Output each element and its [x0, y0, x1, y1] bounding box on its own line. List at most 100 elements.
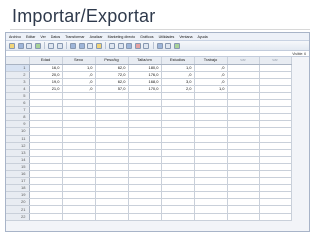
- column-header[interactable]: Trabajo: [194, 57, 228, 65]
- data-cell[interactable]: [227, 205, 260, 214]
- data-cell[interactable]: [259, 106, 292, 115]
- data-cell[interactable]: [194, 205, 228, 214]
- column-header[interactable]: Peso/kg: [95, 57, 129, 65]
- data-cell[interactable]: [227, 191, 260, 200]
- data-cell[interactable]: [227, 149, 260, 157]
- data-cell[interactable]: [95, 156, 129, 164]
- data-cell[interactable]: [29, 106, 63, 115]
- data-cell[interactable]: [259, 170, 292, 179]
- data-cell[interactable]: [128, 205, 162, 214]
- data-cell[interactable]: [62, 127, 96, 136]
- row-number[interactable]: 14: [6, 156, 30, 164]
- data-cell[interactable]: [227, 78, 260, 86]
- data-cell[interactable]: [227, 64, 260, 72]
- data-cell[interactable]: [128, 170, 162, 179]
- menu-graficos[interactable]: Gráficos: [140, 35, 153, 39]
- data-cell[interactable]: [194, 213, 228, 221]
- data-cell[interactable]: [194, 92, 228, 101]
- data-cell[interactable]: [62, 135, 96, 143]
- data-cell[interactable]: [194, 163, 228, 172]
- weight-cases-icon[interactable]: [134, 42, 141, 49]
- data-cell[interactable]: [128, 163, 162, 172]
- data-cell[interactable]: [29, 213, 63, 221]
- data-cell[interactable]: [29, 170, 63, 179]
- data-cell[interactable]: [95, 170, 129, 179]
- data-cell[interactable]: [95, 113, 129, 122]
- data-cell[interactable]: ,0: [194, 78, 228, 86]
- data-cell[interactable]: [161, 163, 195, 172]
- data-cell[interactable]: [194, 184, 228, 193]
- column-header[interactable]: Sexo: [62, 57, 96, 65]
- row-number[interactable]: 2: [6, 71, 30, 79]
- data-cell[interactable]: [194, 106, 228, 115]
- data-cell[interactable]: [95, 120, 129, 129]
- menu-datos[interactable]: Datos: [51, 35, 60, 39]
- data-cell[interactable]: [227, 142, 260, 150]
- data-cell[interactable]: [62, 120, 96, 129]
- data-cell[interactable]: [29, 135, 63, 143]
- data-cell[interactable]: [128, 106, 162, 115]
- data-cell[interactable]: [227, 120, 260, 129]
- data-cell[interactable]: ,0: [62, 78, 96, 86]
- data-cell[interactable]: [227, 135, 260, 143]
- row-number[interactable]: 4: [6, 85, 30, 93]
- data-cell[interactable]: [259, 177, 292, 186]
- data-cell[interactable]: [95, 177, 129, 186]
- data-cell[interactable]: [128, 135, 162, 143]
- column-header[interactable]: Estudios: [161, 57, 195, 65]
- data-cell[interactable]: [259, 127, 292, 136]
- row-number[interactable]: 8: [6, 113, 30, 122]
- row-number[interactable]: 18: [6, 184, 30, 193]
- data-cell[interactable]: [62, 142, 96, 150]
- data-cell[interactable]: 19,0: [29, 78, 63, 86]
- goto-case-icon[interactable]: [70, 42, 76, 49]
- data-cell[interactable]: [62, 163, 96, 172]
- data-cell[interactable]: ,0: [62, 71, 96, 79]
- insert-cases-icon[interactable]: [109, 42, 115, 49]
- menu-editar[interactable]: Editar: [26, 35, 35, 39]
- data-cell[interactable]: [29, 184, 63, 193]
- data-cell[interactable]: [194, 135, 228, 143]
- data-cell[interactable]: 168,0: [128, 78, 162, 86]
- data-cell[interactable]: [227, 127, 260, 136]
- data-cell[interactable]: [29, 191, 63, 200]
- data-cell[interactable]: [128, 142, 162, 150]
- data-cell[interactable]: [227, 113, 260, 122]
- data-cell[interactable]: [227, 92, 260, 101]
- data-cell[interactable]: 21,0: [29, 85, 63, 93]
- split-file-icon[interactable]: [126, 42, 132, 49]
- data-cell[interactable]: [62, 149, 96, 157]
- data-cell[interactable]: [161, 156, 195, 164]
- row-number[interactable]: 21: [6, 205, 30, 214]
- data-cell[interactable]: [128, 92, 162, 101]
- data-cell[interactable]: [227, 213, 260, 221]
- data-cell[interactable]: ,0: [62, 85, 96, 93]
- data-cell[interactable]: ,0: [194, 64, 228, 72]
- data-cell[interactable]: [259, 142, 292, 150]
- data-cell[interactable]: [29, 156, 63, 164]
- menu-ayuda[interactable]: Ayuda: [198, 35, 208, 39]
- data-cell[interactable]: [128, 184, 162, 193]
- row-number[interactable]: 19: [6, 191, 30, 200]
- data-cell[interactable]: [259, 205, 292, 214]
- data-cell[interactable]: [194, 177, 228, 186]
- data-cell[interactable]: [259, 113, 292, 122]
- data-cell[interactable]: [29, 99, 63, 108]
- data-cell[interactable]: 3,0: [161, 78, 195, 86]
- data-cell[interactable]: [95, 198, 129, 207]
- data-cell[interactable]: [29, 113, 63, 122]
- data-cell[interactable]: [227, 85, 260, 93]
- data-cell[interactable]: 1,0: [62, 64, 96, 72]
- data-cell[interactable]: [161, 92, 195, 101]
- data-cell[interactable]: ,0: [194, 71, 228, 79]
- data-cell[interactable]: [161, 191, 195, 200]
- data-cell[interactable]: [227, 177, 260, 186]
- data-cell[interactable]: [194, 149, 228, 157]
- find-icon[interactable]: [95, 42, 102, 49]
- data-cell[interactable]: [227, 106, 260, 115]
- data-cell[interactable]: [128, 191, 162, 200]
- data-cell[interactable]: [29, 149, 63, 157]
- data-cell[interactable]: [161, 198, 195, 207]
- data-cell[interactable]: [227, 99, 260, 108]
- data-cell[interactable]: [194, 170, 228, 179]
